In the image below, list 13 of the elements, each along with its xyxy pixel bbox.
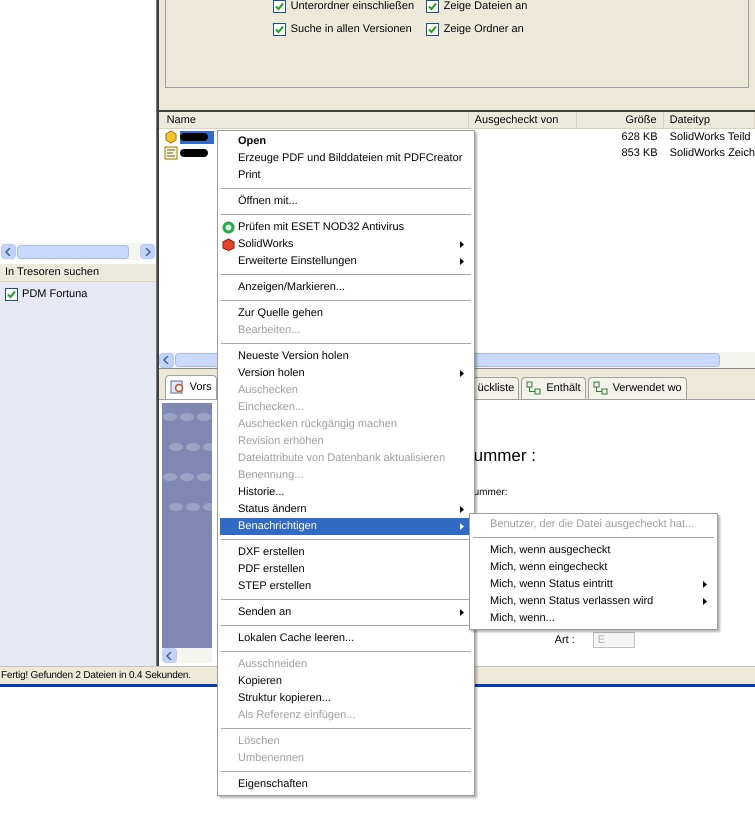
form-heading: ummer : — [474, 445, 537, 467]
vault-label: PDM Fortuna — [22, 286, 88, 302]
size-cell-text: 853 KB — [620, 146, 659, 161]
column-header: In Tresoren suchen — [0, 264, 156, 282]
option-label: Zeige Dateien an — [444, 0, 528, 14]
option-label: Zeige Ordner an — [444, 22, 524, 38]
field-label: ummer: — [474, 486, 509, 500]
file-type-cell-text: SolidWorks Teild — [668, 130, 752, 145]
option-label: Suche in allen Versionen — [290, 22, 412, 38]
option-label: Unterordner einschließen — [290, 0, 414, 14]
size-cell-text: 628 KB — [620, 130, 659, 145]
file-type-cell-text: SolidWorks Zeich — [668, 146, 755, 161]
field-label: Art : — [554, 633, 575, 648]
